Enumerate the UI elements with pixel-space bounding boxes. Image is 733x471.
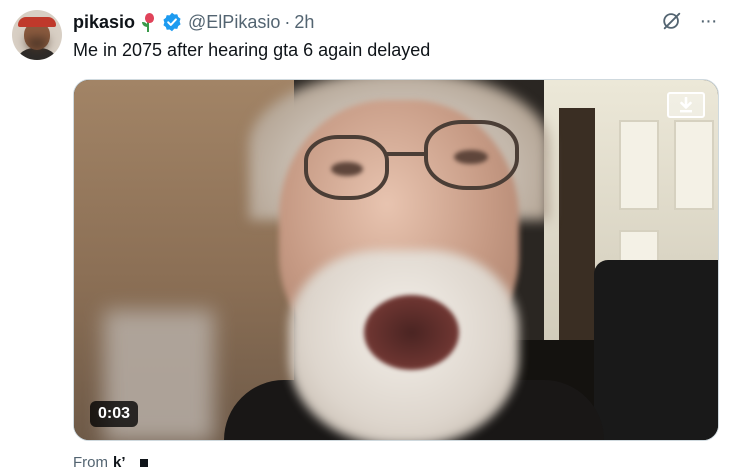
author-name[interactable]: pikasio	[73, 12, 135, 33]
rose-icon	[140, 12, 156, 32]
avatar[interactable]	[12, 10, 62, 60]
video-player[interactable]: 0:03	[73, 79, 719, 441]
avatar-headband	[18, 17, 56, 27]
video-duration-badge: 0:03	[90, 401, 139, 427]
stop-icon	[139, 458, 148, 467]
verified-icon[interactable]	[162, 12, 182, 32]
attribution-source[interactable]: k’	[113, 454, 126, 471]
author-handle[interactable]: @ElPikasio	[188, 12, 280, 33]
separator-dot: ·	[284, 11, 291, 32]
more-options-icon[interactable]: ···	[697, 10, 719, 32]
video-frame	[74, 80, 718, 440]
attribution-prefix: From	[73, 454, 108, 471]
grok-icon[interactable]	[661, 10, 683, 32]
tweet-timestamp[interactable]: 2h	[294, 12, 314, 33]
media-attribution: From k’	[73, 454, 148, 471]
download-icon[interactable]	[667, 92, 705, 118]
tweet: pikasio @ElPikasio · 2h ··· Me in 2075 a…	[0, 0, 733, 471]
tweet-tools: ···	[661, 10, 719, 32]
tweet-text: Me in 2075 after hearing gta 6 again del…	[73, 40, 431, 60]
tweet-header: pikasio @ElPikasio · 2h	[73, 10, 314, 34]
